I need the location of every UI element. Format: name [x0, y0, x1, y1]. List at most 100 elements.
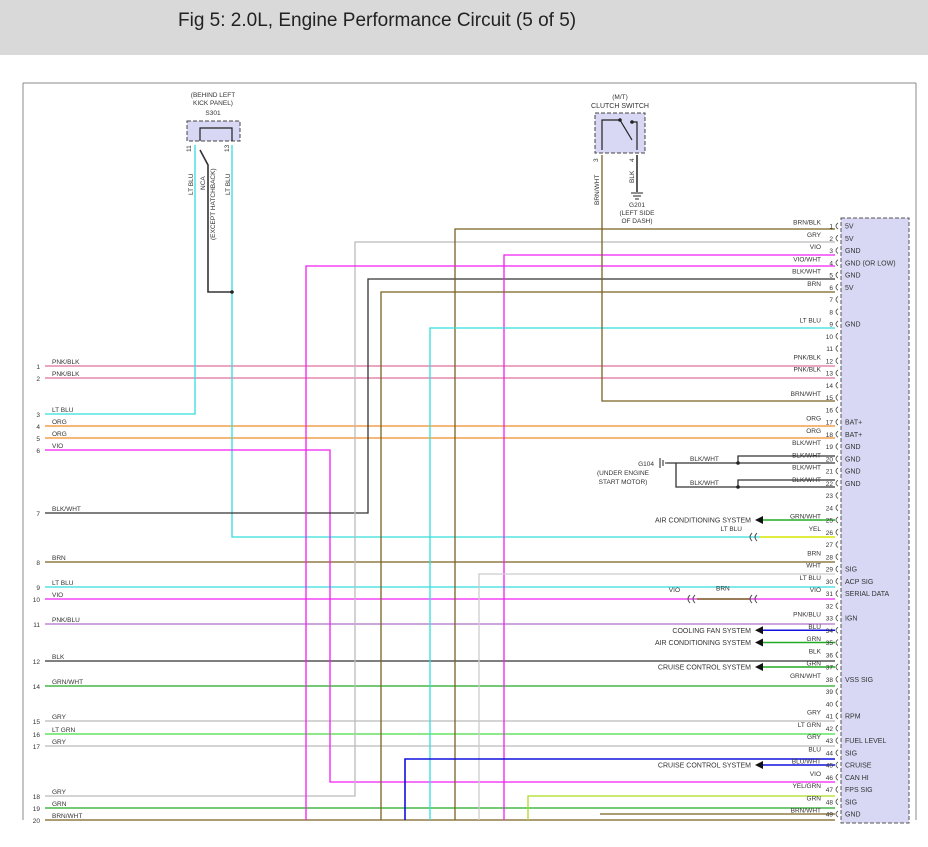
system-label: COOLING FAN SYSTEM — [672, 628, 751, 635]
pcm-function-label: GND — [845, 812, 861, 819]
pcm-function-label: FPS SIG — [845, 787, 873, 794]
pcm-function-label: VSS SIG — [845, 677, 873, 684]
left-pin-number: 19 — [33, 806, 41, 813]
clutch-pin: 4 — [629, 158, 636, 162]
pin-terminal — [835, 296, 839, 303]
pin-terminal — [835, 418, 839, 426]
pcm-wire-color: LT BLU — [800, 318, 822, 325]
pin-terminal — [835, 369, 839, 377]
left-wire-color: GRY — [52, 739, 67, 746]
pin-terminal — [835, 675, 839, 683]
pin-terminal — [835, 614, 839, 622]
pcm-wire-color: VIO/WHT — [793, 256, 821, 263]
wire-color-label: BLK/WHT — [690, 480, 719, 487]
left-pin-number: 3 — [36, 412, 40, 419]
pin-terminal — [835, 394, 839, 401]
pin-terminal — [835, 320, 839, 328]
wiring-diagram: 1BRN/BLK2GRY3VIO4VIO/WHT5BLK/WHT6BRN789L… — [22, 82, 917, 825]
pin-terminal — [835, 553, 839, 561]
pin-terminal — [835, 737, 839, 744]
pcm-wire-color: YEL — [809, 526, 822, 533]
pcm-pin-number: 5 — [829, 273, 833, 280]
pcm-function-label: GND — [845, 248, 861, 255]
pin-terminal — [835, 773, 839, 781]
pin-terminal — [835, 688, 839, 695]
pcm-pin-number: 1 — [829, 224, 833, 231]
left-pin-number: 20 — [33, 818, 41, 825]
pin-terminal — [835, 222, 839, 230]
pin-terminal — [835, 712, 839, 720]
pin-terminal — [835, 504, 839, 512]
left-pin-number: 7 — [36, 511, 40, 518]
pcm-wire-color: VIO — [810, 244, 821, 251]
pcm-wire-color: LT BLU — [800, 575, 822, 582]
arrow-icon — [755, 626, 763, 635]
pin-terminal — [835, 406, 839, 414]
pcm-wire-color: BLK/WHT — [792, 452, 821, 459]
pcm-wire-color: GRY — [807, 734, 822, 741]
pcm-pin-number: 46 — [826, 775, 834, 782]
arrow-icon — [755, 663, 763, 671]
left-pin-number: 10 — [33, 597, 41, 604]
pin-terminal — [835, 749, 839, 757]
system-label: CRUISE CONTROL SYSTEM — [658, 665, 751, 672]
pcm-wire-color: BLK/WHT — [792, 269, 821, 276]
pcm-pin-number: 41 — [826, 714, 834, 721]
pcm-pin-number: 4 — [829, 260, 833, 267]
pcm-function-label: RPM — [845, 714, 861, 721]
pin-terminal — [835, 724, 839, 732]
splice-dot — [230, 290, 234, 294]
pcm-wire-color: BLU/WHT — [792, 759, 821, 766]
pcm-pin-number: 7 — [829, 297, 833, 304]
pin-terminal — [835, 577, 839, 585]
pcm-pin-number: 30 — [826, 579, 834, 586]
left-wire-color: VIO — [52, 592, 63, 599]
left-pin-number: 15 — [33, 719, 41, 726]
ground-icon — [631, 192, 643, 200]
pcm-pin-number: 40 — [826, 701, 834, 708]
wire-brnblk-1 — [454, 228, 835, 820]
pin-terminal — [835, 308, 839, 316]
splice-dot — [736, 485, 740, 489]
pcm-pin-number: 33 — [826, 616, 834, 623]
pcm-wire-color: GRY — [807, 232, 822, 239]
left-pin-number: 17 — [33, 744, 41, 751]
left-wire-color: PNK/BLK — [52, 371, 80, 378]
pin-terminal — [835, 626, 839, 634]
pcm-wire-color: GRN — [807, 795, 822, 802]
pcm-function-label: SIG — [845, 799, 857, 806]
pcm-wire-color: BRN/WHT — [791, 808, 821, 815]
pin-terminal — [835, 357, 839, 365]
pin-terminal — [835, 271, 839, 279]
splice-dot — [736, 461, 740, 465]
pcm-function-label: IGN — [845, 616, 857, 623]
left-wire-color: GRN/WHT — [52, 679, 83, 686]
splice-pin: 11 — [186, 145, 193, 152]
left-wire-color: VIO — [52, 443, 63, 450]
pcm-pin-number: 9 — [829, 322, 833, 329]
pcm-pin-number: 22 — [826, 481, 834, 488]
pcm-function-label: SIG — [845, 567, 857, 574]
pin-terminal — [835, 798, 839, 806]
pcm-pin-number: 45 — [826, 763, 834, 770]
ground-label: START MOTOR) — [599, 479, 648, 486]
pcm-function-label: GND — [845, 456, 861, 463]
left-pin-number: 1 — [36, 364, 40, 371]
switch-pivot — [618, 118, 622, 122]
pin-terminal — [835, 332, 839, 340]
left-wire-color: LT GRN — [52, 727, 76, 734]
pcm-function-label: GND — [845, 469, 861, 476]
pcm-pin-number: 29 — [826, 567, 834, 574]
pcm-wire-color: BRN — [807, 550, 821, 557]
pin-terminal — [835, 810, 839, 818]
pcm-wire-color: ORG — [806, 428, 821, 435]
pcm-pin-number: 24 — [826, 505, 834, 512]
pcm-wire-color: BLU — [808, 624, 821, 631]
clutch-label: CLUTCH SWITCH — [591, 103, 649, 110]
wire-vio-46 — [45, 449, 835, 783]
left-wire-color: PNK/BLU — [52, 617, 80, 624]
inline-wire-color: VIO — [669, 587, 680, 594]
splice-label: KICK PANEL) — [193, 100, 233, 107]
left-pin-number: 16 — [33, 732, 41, 739]
left-pin-number: 11 — [33, 622, 40, 629]
